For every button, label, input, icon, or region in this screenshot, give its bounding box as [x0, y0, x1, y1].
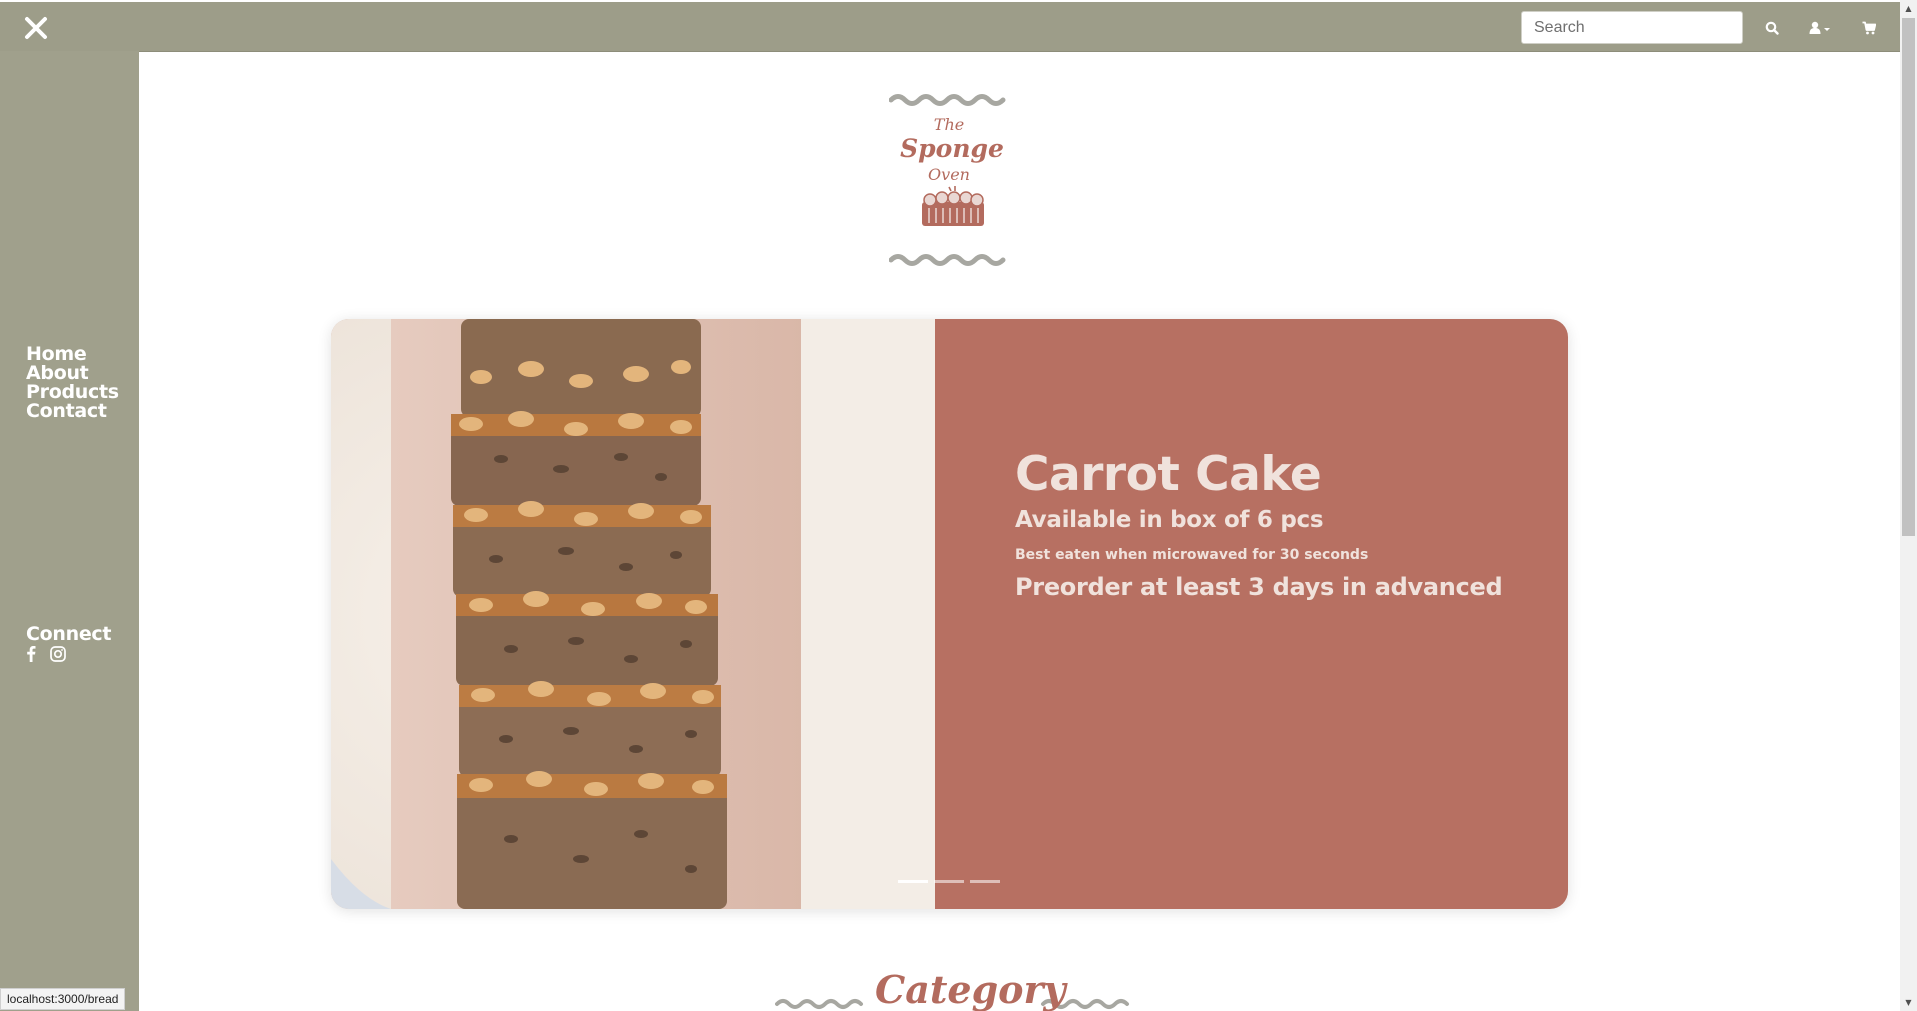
account-dropdown[interactable]: [1809, 18, 1833, 38]
status-url-bar: localhost:3000/bread: [0, 988, 126, 1010]
carrot-cake-image: [331, 319, 935, 909]
instagram-link[interactable]: [50, 646, 66, 664]
sidebar: Home About Products Contact Connect: [0, 51, 139, 1011]
app-root: Home About Products Contact Connect The …: [0, 0, 1917, 1011]
category-title: Category: [875, 967, 1066, 1011]
logo-text-oven: Oven: [928, 165, 970, 184]
scrollbar-thumb[interactable]: [1902, 18, 1915, 536]
carousel-indicators: [898, 880, 1000, 883]
hero-title: Carrot Cake: [1015, 447, 1322, 502]
instagram-icon: [50, 646, 66, 662]
user-dropdown-icon: [1809, 21, 1830, 34]
sidebar-item-contact[interactable]: Contact: [26, 402, 119, 421]
hero-caption: Carrot Cake Available in box of 6 pcs Be…: [1015, 447, 1503, 602]
brand-logo: The Sponge Oven: [889, 94, 1006, 266]
close-icon: [25, 17, 47, 39]
carousel-indicator-1[interactable]: [898, 880, 928, 883]
cart-button[interactable]: [1862, 18, 1876, 38]
search-icon: [1765, 21, 1779, 35]
top-navbar: [0, 2, 1900, 52]
hero-preorder: Preorder at least 3 days in advanced: [1015, 573, 1503, 601]
hero-subtitle: Available in box of 6 pcs: [1015, 507, 1324, 533]
hero-note: Best eaten when microwaved for 30 second…: [1015, 547, 1369, 563]
search-input[interactable]: [1521, 11, 1743, 44]
scroll-down-icon[interactable]: ▼: [1900, 994, 1917, 1011]
carousel-indicator-3[interactable]: [970, 880, 1000, 883]
logo-text-sponge: Sponge: [900, 134, 1004, 163]
facebook-link[interactable]: [26, 645, 36, 663]
carousel-indicator-2[interactable]: [934, 880, 964, 883]
cake-icon: [922, 186, 984, 226]
category-section-heading: Category: [775, 968, 1130, 1011]
hero-carousel[interactable]: Carrot Cake Available in box of 6 pcs Be…: [331, 319, 1568, 909]
close-sidebar-button[interactable]: [20, 12, 52, 44]
scroll-up-icon[interactable]: ▲: [1900, 0, 1917, 17]
search-button[interactable]: [1765, 18, 1779, 38]
vertical-scrollbar[interactable]: ▲ ▼: [1900, 0, 1917, 1011]
sidebar-nav: Home About Products Contact: [26, 345, 119, 421]
connect-heading: Connect: [26, 623, 112, 645]
cart-icon: [1862, 21, 1876, 35]
facebook-icon: [27, 646, 36, 662]
logo-text-the: The: [934, 115, 964, 134]
